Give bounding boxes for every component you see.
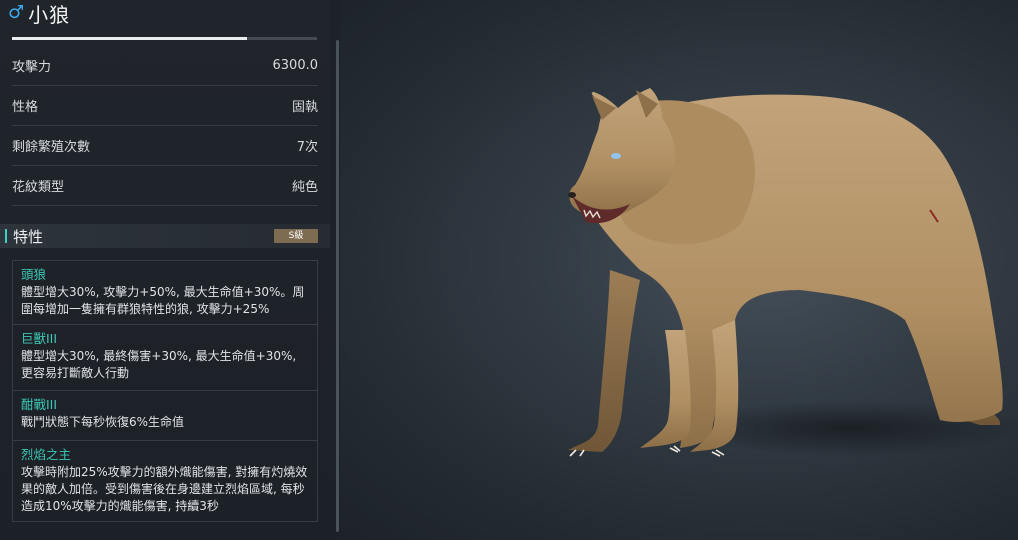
male-gender-icon: ♂	[8, 2, 25, 23]
trait-item[interactable]: 烈焰之主 攻擊時附加25%攻擊力的額外熾能傷害, 對擁有灼燒效果的敵人加倍。受到…	[13, 441, 317, 521]
stat-label: 攻擊力	[12, 60, 52, 75]
trait-name: 巨獸III	[21, 331, 58, 346]
trait-name: 頭狼	[21, 267, 47, 282]
pet-title: ♂ 小狼	[8, 0, 71, 27]
panel-scrollbar[interactable]	[336, 40, 339, 532]
trait-description: 體型增大30%, 最終傷害+30%, 最大生命值+30%, 更容易打斷敵人行動	[21, 349, 297, 380]
traits-section-header: 特性 S級	[0, 224, 330, 248]
wolf-model-image	[568, 88, 1003, 457]
experience-bar	[12, 37, 317, 40]
trait-description: 戰鬥狀態下每秒恢復6%生命值	[21, 415, 185, 429]
grade-badge: S級	[274, 229, 318, 243]
stat-row-attack: 攻擊力 6300.0	[12, 46, 318, 86]
stat-value: 固執	[291, 100, 318, 115]
traits-section-title: 特性	[13, 227, 44, 246]
trait-item[interactable]: 頭狼 體型增大30%, 攻擊力+50%, 最大生命值+30%。周圍每增加一隻擁有…	[13, 261, 317, 325]
trait-item[interactable]: 酣戰III 戰鬥狀態下每秒恢復6%生命值	[13, 391, 317, 441]
stat-value: 6300.0	[272, 58, 319, 73]
traits-list: 頭狼 體型增大30%, 攻擊力+50%, 最大生命值+30%。周圍每增加一隻擁有…	[12, 260, 318, 522]
section-accent-bar	[5, 229, 7, 243]
trait-description: 體型增大30%, 攻擊力+50%, 最大生命值+30%。周圍每增加一隻擁有群狼特…	[21, 285, 305, 316]
pet-model-viewport[interactable]	[340, 0, 1018, 540]
stat-label: 性格	[12, 100, 39, 115]
pet-info-panel: ♂ 小狼 攻擊力 6300.0 性格 固執 剩餘繁殖次數 7次 花紋類型 純色 …	[0, 0, 330, 540]
trait-description: 攻擊時附加25%攻擊力的額外熾能傷害, 對擁有灼燒效果的敵人加倍。受到傷害後在身…	[21, 465, 308, 513]
stat-row-breeding-count: 剩餘繁殖次數 7次	[12, 126, 318, 166]
pet-name: 小狼	[28, 2, 71, 27]
stat-label: 花紋類型	[12, 180, 65, 195]
stat-label: 剩餘繁殖次數	[12, 140, 91, 155]
experience-bar-fill	[12, 37, 247, 40]
trait-item[interactable]: 巨獸III 體型增大30%, 最終傷害+30%, 最大生命值+30%, 更容易打…	[13, 325, 317, 391]
stat-value: 純色	[291, 180, 318, 195]
stat-value: 7次	[296, 140, 318, 155]
stat-row-pattern: 花紋類型 純色	[12, 166, 318, 206]
trait-name: 酣戰III	[21, 397, 58, 412]
stat-row-personality: 性格 固執	[12, 86, 318, 126]
trait-name: 烈焰之主	[21, 447, 72, 462]
